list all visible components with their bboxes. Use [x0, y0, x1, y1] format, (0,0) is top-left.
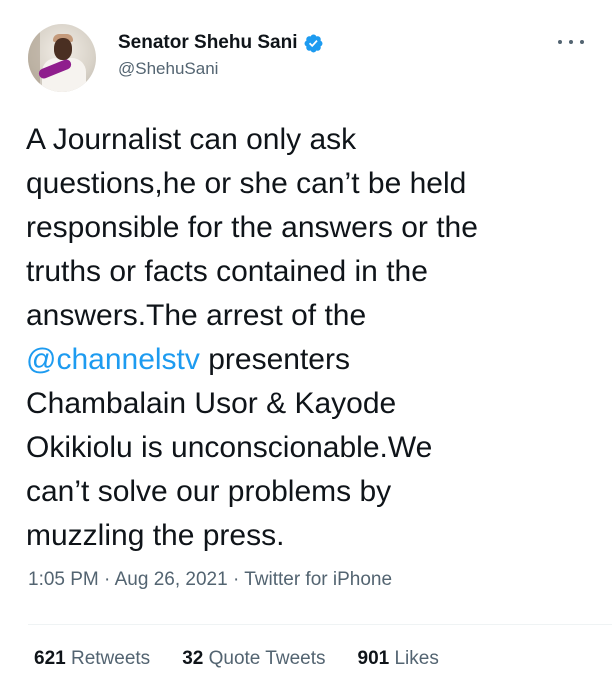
more-dot — [569, 40, 573, 44]
tweet-source[interactable]: Twitter for iPhone — [244, 569, 392, 590]
more-options-icon[interactable] — [558, 34, 584, 50]
tweet-meta: 1:05 PM · Aug 26, 2021 · Twitter for iPh… — [28, 569, 392, 591]
tweet-date[interactable]: Aug 26, 2021 — [115, 569, 228, 590]
retweets-stat[interactable]: 621 Retweets — [34, 648, 150, 670]
quote-tweets-count: 32 — [182, 648, 204, 669]
tweet-line: answers.The arrest of the — [26, 299, 367, 332]
tweet-line: truths or facts contained in the — [26, 255, 428, 288]
retweets-label: Retweets — [70, 648, 151, 669]
avatar-background — [28, 24, 40, 92]
avatar-face — [54, 38, 72, 60]
retweets-count: 621 — [34, 648, 66, 669]
tweet-line: Okikiolu is unconscionable.We — [26, 431, 433, 464]
tweet-line: A Journalist can only ask — [26, 123, 357, 156]
tweet-line: responsible for the answers or the — [26, 211, 478, 244]
likes-count: 901 — [357, 648, 390, 669]
quote-tweets-label: Quote Tweets — [208, 648, 326, 669]
tweet-time[interactable]: 1:05 PM — [28, 569, 99, 590]
likes-stat[interactable]: 901 Likes — [358, 648, 439, 670]
verified-badge-icon — [305, 34, 323, 52]
tweet-line-text: presenters — [199, 343, 350, 376]
meta-separator: · — [104, 569, 111, 590]
quote-tweets-stat[interactable]: 32 Quote Tweets — [182, 648, 325, 670]
meta-separator: · — [232, 569, 240, 590]
user-handle[interactable]: @ShehuSani — [118, 59, 218, 79]
divider — [28, 624, 612, 625]
mention-link[interactable]: @channelstv — [26, 343, 200, 376]
avatar[interactable] — [28, 24, 96, 92]
tweet-line: Chambalain Usor & Kayode — [26, 387, 397, 420]
tweet-header: Senator Shehu Sani @ShehuSani — [28, 16, 588, 96]
tweet-stats: 621 Retweets 32 Quote Tweets 901 Likes — [34, 648, 471, 670]
tweet-line-with-mention: @channelstv presenters — [26, 338, 591, 382]
display-name[interactable]: Senator Shehu Sani — [118, 32, 297, 54]
tweet-text: A Journalist can only ask questions,he o… — [26, 118, 591, 558]
tweet-line: can’t solve our problems by — [26, 475, 392, 508]
more-dot — [580, 40, 584, 44]
tweet-line: questions,he or she can’t be held — [26, 167, 467, 200]
more-dot — [558, 40, 562, 44]
likes-label: Likes — [394, 648, 439, 669]
tweet-line: muzzling the press. — [26, 519, 285, 552]
name-row[interactable]: Senator Shehu Sani — [118, 30, 324, 56]
tweet-card: Senator Shehu Sani @ShehuSani A Journali… — [0, 0, 612, 689]
